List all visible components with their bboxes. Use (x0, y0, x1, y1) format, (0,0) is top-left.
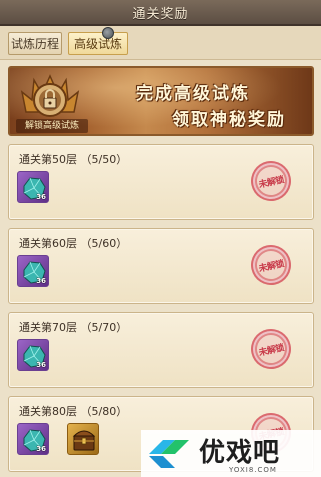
site-watermark: 优戏吧 YOXI8.COM (141, 430, 321, 477)
status-label: 未解锁 (257, 174, 285, 191)
window-title: 通关奖励 (132, 6, 189, 22)
locked-stamp: 未解锁 (247, 325, 295, 373)
reward-item[interactable]: 36 (17, 339, 49, 371)
reward-title: 通关第70层 （5/70） (19, 321, 128, 334)
reward-title: 通关第50层 （5/50） (19, 153, 128, 166)
watermark-text: 优戏吧 (199, 438, 281, 468)
tab-bar: 试炼历程 高级试炼 (0, 26, 321, 60)
tab-trial-history[interactable]: 试炼历程 (8, 32, 62, 55)
tab-label: 试炼历程 (10, 37, 59, 51)
banner-headline: 完成高级试炼 (136, 84, 250, 104)
reward-item[interactable]: 36 (17, 171, 49, 203)
status-label: 未解锁 (257, 342, 285, 359)
pin-dot-icon (102, 27, 114, 39)
locked-stamp: 未解锁 (247, 241, 295, 289)
lock-crest-icon (20, 74, 80, 117)
reward-item[interactable]: 36 (17, 255, 49, 287)
unlock-banner[interactable]: 解锁高级试炼 完成高级试炼 领取神秘奖励 (8, 66, 314, 136)
reward-item[interactable] (67, 423, 99, 455)
watermark-subtext: YOXI8.COM (229, 466, 277, 474)
reward-card: 通关第50层 （5/50） 36 未解锁 (8, 144, 314, 220)
reward-card: 通关第70层 （5/70） 36 未解锁 (8, 312, 314, 388)
watermark-logo-icon (149, 440, 189, 468)
item-count: 36 (36, 277, 46, 285)
status-label: 未解锁 (257, 258, 285, 275)
item-count: 36 (36, 445, 46, 453)
reward-card: 通关第60层 （5/60） 36 未解锁 (8, 228, 314, 304)
reward-item[interactable]: 36 (17, 423, 49, 455)
reward-title: 通关第80层 （5/80） (19, 405, 128, 418)
item-count: 36 (36, 361, 46, 369)
tab-advanced-trial[interactable]: 高级试炼 (68, 32, 128, 55)
reward-title: 通关第60层 （5/60） (19, 237, 128, 250)
treasure-chest-icon (72, 430, 96, 451)
locked-stamp: 未解锁 (247, 157, 295, 205)
tab-label: 高级试炼 (73, 37, 122, 51)
banner-subheadline: 领取神秘奖励 (172, 110, 286, 130)
crest-label: 解锁高级试炼 (16, 119, 88, 133)
window-title-bar: 通关奖励 (0, 0, 321, 26)
reward-list[interactable]: 通关第50层 （5/50） 36 未解锁 通关第60层 （5/60） 36 未解… (8, 144, 314, 477)
item-count: 36 (36, 193, 46, 201)
